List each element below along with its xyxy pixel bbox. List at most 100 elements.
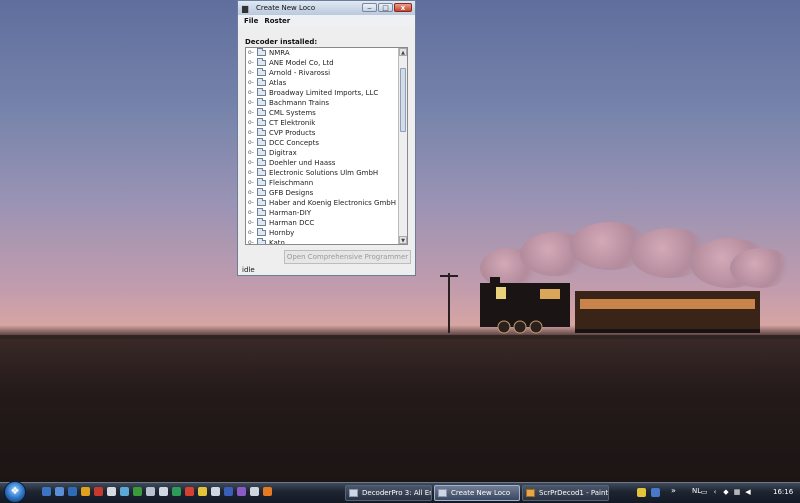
tree-item[interactable]: o- Harman DCC — [246, 218, 400, 228]
tree-item[interactable]: o- Haber and Koenig Electronics GmbH — [246, 198, 400, 208]
expand-toggle-icon[interactable]: o- — [248, 238, 256, 244]
tree-item-label: ANE Model Co, Ltd — [269, 59, 334, 67]
expand-toggle-icon[interactable]: o- — [248, 48, 256, 58]
folder-icon — [257, 88, 266, 96]
firefox-icon[interactable] — [263, 487, 272, 496]
tree-item-label: Arnold - Rivarossi — [269, 69, 331, 77]
folder-icon[interactable] — [198, 487, 207, 496]
shield-icon[interactable]: ◆ — [722, 488, 730, 496]
app-icon-purple[interactable] — [237, 487, 246, 496]
tree-item-label: Hornby — [269, 229, 295, 237]
expand-toggle-icon[interactable]: o- — [248, 198, 256, 208]
menu-file[interactable]: File — [244, 17, 258, 25]
network-tray-icon[interactable]: ▦ — [733, 488, 741, 496]
task-label: Create New Loco — [451, 489, 511, 497]
clock[interactable]: 16:16 — [773, 488, 793, 496]
expand-toggle-icon[interactable]: o- — [248, 68, 256, 78]
mail-icon[interactable] — [107, 487, 116, 496]
expand-toggle-icon[interactable]: o- — [248, 78, 256, 88]
document-icon[interactable] — [211, 487, 220, 496]
folder-icon — [257, 188, 266, 196]
folder-icon — [257, 68, 266, 76]
app-icon-blue[interactable] — [224, 487, 233, 496]
browser-icon[interactable] — [68, 487, 77, 496]
start-button[interactable]: ❖ — [4, 481, 26, 503]
keyboard-icon[interactable]: ▭ — [700, 488, 708, 496]
scroll-thumb[interactable] — [400, 68, 406, 132]
maximize-button[interactable]: □ — [378, 3, 393, 12]
tree-item[interactable]: o- Bachmann Trains — [246, 98, 400, 108]
tree-item[interactable]: o- CVP Products — [246, 128, 400, 138]
tree-item-label: GFB Designs — [269, 189, 314, 197]
scroll-up-arrow-icon[interactable]: ▲ — [399, 48, 407, 56]
tree-item[interactable]: o- Doehler und Haass — [246, 158, 400, 168]
expand-toggle-icon[interactable]: o- — [248, 178, 256, 188]
app-icon-gray[interactable] — [250, 487, 259, 496]
show-desktop-icon[interactable] — [42, 487, 51, 496]
expand-toggle-icon[interactable]: o- — [248, 118, 256, 128]
expand-toggle-icon[interactable]: o- — [248, 208, 256, 218]
tree-item-label: Haber and Koenig Electronics GmbH — [269, 199, 397, 207]
chevron-right-icon[interactable]: » — [671, 486, 676, 495]
tree-item[interactable]: o- Fleischmann — [246, 178, 400, 188]
network-icon[interactable] — [120, 487, 129, 496]
expand-toggle-icon[interactable]: o- — [248, 218, 256, 228]
calculator-icon[interactable] — [146, 487, 155, 496]
app-icon-tray[interactable] — [651, 488, 660, 497]
tree-item[interactable]: o- ANE Model Co, Ltd — [246, 58, 400, 68]
app-icon-teal[interactable] — [172, 487, 181, 496]
close-button[interactable]: x — [394, 3, 412, 12]
tree-item[interactable]: o- Hornby — [246, 228, 400, 238]
expand-toggle-icon[interactable]: o- — [248, 228, 256, 238]
chevron-left-icon[interactable]: ‹ — [711, 488, 719, 496]
notepad-icon[interactable] — [159, 487, 168, 496]
chrome-icon[interactable] — [81, 487, 90, 496]
tree-item[interactable]: o- Digitrax — [246, 148, 400, 158]
tree-item-label: DCC Concepts — [269, 139, 319, 147]
speaker-icon[interactable]: ◀ — [744, 488, 752, 496]
menu-roster[interactable]: Roster — [264, 17, 290, 25]
expand-toggle-icon[interactable]: o- — [248, 168, 256, 178]
tree-vertical-scrollbar[interactable]: ▲ ▼ — [398, 48, 407, 244]
app-icon-orange[interactable] — [185, 487, 194, 496]
app-icon-red[interactable] — [94, 487, 103, 496]
expand-toggle-icon[interactable]: o- — [248, 128, 256, 138]
expand-toggle-icon[interactable]: o- — [248, 108, 256, 118]
tree-item[interactable]: o- DCC Concepts — [246, 138, 400, 148]
taskbar-item-create-new-loco[interactable]: Create New Loco — [434, 485, 520, 501]
open-comprehensive-programmer-button[interactable]: Open Comprehensive Programmer — [284, 250, 411, 264]
tree-item[interactable]: o- CML Systems — [246, 108, 400, 118]
folder-icon — [257, 178, 266, 186]
notes-icon[interactable] — [637, 488, 646, 497]
tree-item[interactable]: o- NMRA — [246, 48, 400, 58]
expand-toggle-icon[interactable]: o- — [248, 138, 256, 148]
minimize-button[interactable]: ‒ — [362, 3, 377, 12]
folder-icon — [257, 218, 266, 226]
decoder-tree[interactable]: o- NMRA o- ANE Model Co, Ltd o- Arnold - Riva… — [245, 47, 408, 245]
expand-toggle-icon[interactable]: o- — [248, 58, 256, 68]
tree-item-label: Bachmann Trains — [269, 99, 330, 107]
folder-icon — [257, 118, 266, 126]
title-bar[interactable]: ▆ Create New Loco ‒ □ x — [238, 1, 415, 15]
tree-item[interactable]: o- Broadway Limited Imports, LLC — [246, 88, 400, 98]
explorer-icon[interactable] — [55, 487, 64, 496]
expand-toggle-icon[interactable]: o- — [248, 188, 256, 198]
scroll-down-arrow-icon[interactable]: ▼ — [399, 236, 407, 244]
expand-toggle-icon[interactable]: o- — [248, 158, 256, 168]
taskbar-item-paint[interactable]: ScrPrDecod1 - Paint — [522, 485, 609, 501]
tree-item[interactable]: o- CT Elektronik — [246, 118, 400, 128]
tree-item[interactable]: o- Kato — [246, 238, 400, 244]
app-icon-green[interactable] — [133, 487, 142, 496]
ground — [0, 335, 800, 482]
menu-bar: File Roster — [238, 15, 415, 27]
folder-icon — [257, 208, 266, 216]
tree-item[interactable]: o- Arnold - Rivarossi — [246, 68, 400, 78]
taskbar-item-decoderpro[interactable]: DecoderPro 3: All En... — [345, 485, 432, 501]
expand-toggle-icon[interactable]: o- — [248, 88, 256, 98]
tree-item[interactable]: o- Atlas — [246, 78, 400, 88]
tree-item[interactable]: o- Electronic Solutions Ulm GmbH — [246, 168, 400, 178]
tree-item[interactable]: o- GFB Designs — [246, 188, 400, 198]
expand-toggle-icon[interactable]: o- — [248, 148, 256, 158]
tree-item[interactable]: o- Harman-DIY — [246, 208, 400, 218]
expand-toggle-icon[interactable]: o- — [248, 98, 256, 108]
